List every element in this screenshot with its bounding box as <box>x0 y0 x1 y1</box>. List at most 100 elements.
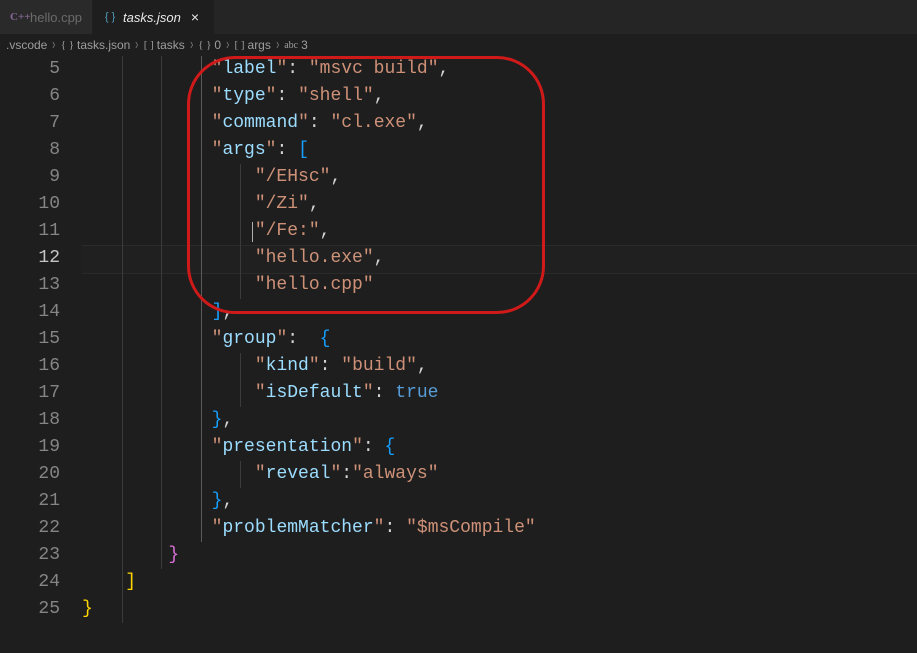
code-area[interactable]: "label": "msvc build", "type": "shell", … <box>82 56 917 623</box>
json-file-icon: { } <box>103 10 117 24</box>
token <box>82 140 212 160</box>
token <box>82 329 212 349</box>
line-number: 22 <box>0 515 60 542</box>
code-line[interactable]: ], <box>82 299 917 326</box>
token <box>82 545 168 565</box>
token: ] <box>125 572 136 592</box>
token <box>82 302 212 322</box>
token: isDefault <box>266 383 363 403</box>
token <box>82 113 212 133</box>
code-line[interactable]: "label": "msvc build", <box>82 56 917 83</box>
editor[interactable]: 5678910111213141516171819202122232425 "l… <box>0 56 917 623</box>
line-number: 10 <box>0 191 60 218</box>
token: " <box>212 86 223 106</box>
code-line[interactable]: "args": [ <box>82 137 917 164</box>
token: " <box>212 437 223 457</box>
line-number: 20 <box>0 461 60 488</box>
chevron-right-icon: › <box>135 36 138 54</box>
token <box>82 491 212 511</box>
token <box>82 383 255 403</box>
token: type <box>222 86 265 106</box>
token: label <box>222 59 276 79</box>
token: "/EHsc" <box>255 167 331 187</box>
token <box>82 248 255 268</box>
token: " <box>255 383 266 403</box>
array-icon: [ ] <box>144 39 154 51</box>
code-line[interactable]: "type": "shell", <box>82 83 917 110</box>
token: args <box>222 140 265 160</box>
tab-hello[interactable]: C++ hello.cpp <box>0 0 93 34</box>
line-number: 8 <box>0 137 60 164</box>
token <box>82 464 255 484</box>
token <box>82 194 255 214</box>
array-icon: [ ] <box>234 39 244 51</box>
code-line[interactable]: }, <box>82 488 917 515</box>
line-number: 23 <box>0 542 60 569</box>
code-line[interactable]: "problemMatcher": "$msCompile" <box>82 515 917 542</box>
breadcrumb-folder[interactable]: .vscode <box>6 38 47 52</box>
token: "build" <box>341 356 417 376</box>
code-line[interactable]: "reveal":"always" <box>82 461 917 488</box>
breadcrumb-key[interactable]: args <box>248 38 271 52</box>
token: " <box>212 518 223 538</box>
token: : <box>287 329 319 349</box>
tab-label: tasks.json <box>123 10 181 25</box>
token: " <box>276 329 287 349</box>
token: "hello.exe" <box>255 248 374 268</box>
token: " <box>212 59 223 79</box>
token: true <box>395 383 438 403</box>
token <box>82 518 212 538</box>
code-line[interactable]: "/Zi", <box>82 191 917 218</box>
code-line[interactable]: "/EHsc", <box>82 164 917 191</box>
token: : <box>309 113 331 133</box>
line-number: 21 <box>0 488 60 515</box>
line-number: 7 <box>0 110 60 137</box>
token: , <box>374 86 385 106</box>
token: } <box>212 491 223 511</box>
token: " <box>212 140 223 160</box>
code-line[interactable]: "group": { <box>82 326 917 353</box>
code-line[interactable]: "kind": "build", <box>82 353 917 380</box>
chevron-right-icon: › <box>190 36 193 54</box>
line-number: 15 <box>0 326 60 353</box>
token: : <box>363 437 385 457</box>
code-line[interactable]: }, <box>82 407 917 434</box>
token: , <box>309 194 320 214</box>
code-line[interactable]: ] <box>82 569 917 596</box>
token: , <box>330 167 341 187</box>
token: " <box>266 140 277 160</box>
line-number-gutter: 5678910111213141516171819202122232425 <box>0 56 82 623</box>
code-line[interactable]: "hello.cpp" <box>82 272 917 299</box>
token: " <box>363 383 374 403</box>
code-line[interactable]: "/Fe:", <box>82 218 917 245</box>
breadcrumb-key[interactable]: tasks <box>157 38 185 52</box>
token: "cl.exe" <box>330 113 416 133</box>
tab-bar: C++ hello.cpp { } tasks.json × <box>0 0 917 34</box>
breadcrumb-key[interactable]: 0 <box>214 38 221 52</box>
close-icon[interactable]: × <box>187 9 203 25</box>
string-icon: abc <box>284 40 298 51</box>
breadcrumb-key[interactable]: 3 <box>301 38 308 52</box>
code-line[interactable]: } <box>82 542 917 569</box>
token <box>82 221 255 241</box>
token: { <box>320 329 331 349</box>
token: [ <box>298 140 309 160</box>
token: : <box>276 86 298 106</box>
code-line[interactable]: "hello.exe", <box>82 245 917 272</box>
token: " <box>276 59 287 79</box>
code-line[interactable]: "presentation": { <box>82 434 917 461</box>
token: , <box>439 59 450 79</box>
token: " <box>374 518 385 538</box>
tab-label: hello.cpp <box>30 10 82 25</box>
breadcrumb-file[interactable]: tasks.json <box>77 38 130 52</box>
token <box>82 410 212 430</box>
code-line[interactable]: "command": "cl.exe", <box>82 110 917 137</box>
token: } <box>82 599 93 619</box>
line-number: 6 <box>0 83 60 110</box>
code-line[interactable]: "isDefault": true <box>82 380 917 407</box>
text-cursor <box>252 222 253 242</box>
tab-tasks[interactable]: { } tasks.json × <box>93 0 214 34</box>
breadcrumb[interactable]: .vscode › { } tasks.json › [ ] tasks › {… <box>0 34 917 56</box>
code-line[interactable]: } <box>82 596 917 623</box>
line-number: 24 <box>0 569 60 596</box>
